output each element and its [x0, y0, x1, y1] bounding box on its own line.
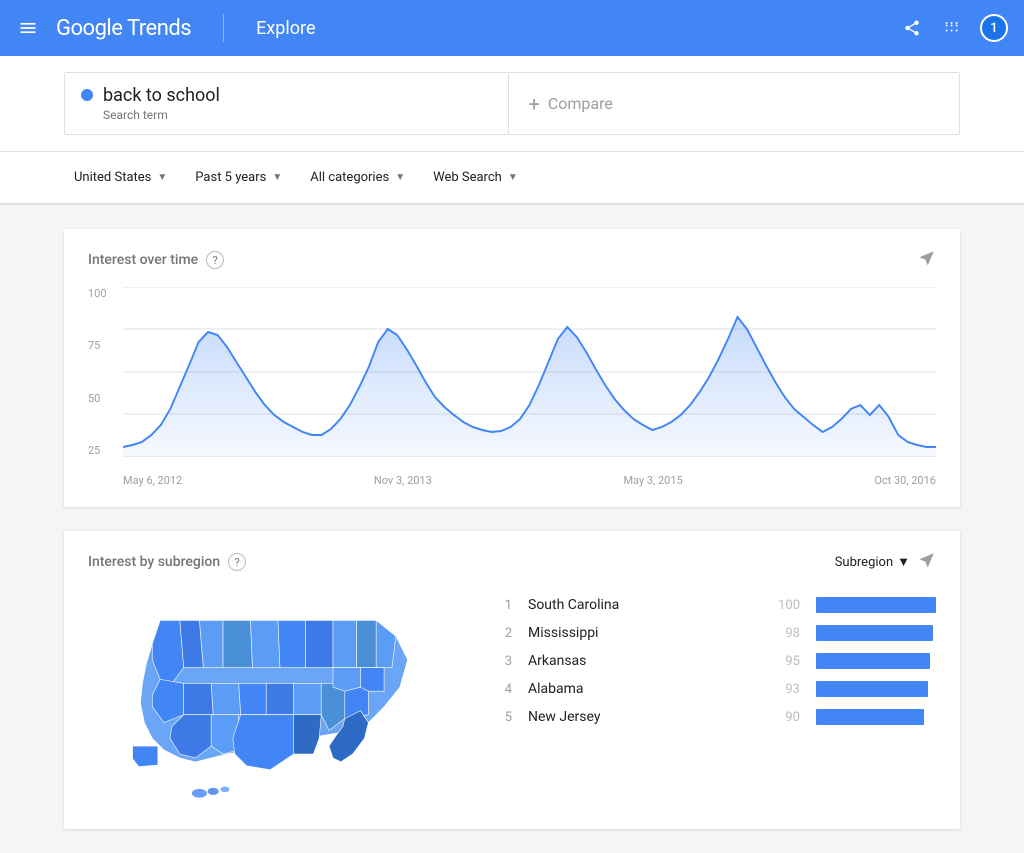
rank-2: 2 [492, 626, 512, 641]
share-chart-icon[interactable] [918, 249, 936, 271]
explore-label: Explore [256, 18, 315, 39]
us-map-svg [98, 589, 458, 809]
bar-container-4 [816, 681, 936, 697]
x-label-2: Nov 3, 2013 [374, 474, 432, 487]
time-filter[interactable]: Past 5 years ▼ [185, 164, 292, 191]
filter-bar: United States ▼ Past 5 years ▼ All categ… [0, 152, 1024, 205]
share-subregion-icon[interactable] [918, 551, 936, 573]
compare-label: Compare [548, 94, 613, 113]
bar-container-5 [816, 709, 936, 725]
ranking-bar-1 [816, 597, 936, 613]
interest-by-subregion-card: Interest by subregion ? Subregion ▼ [64, 531, 960, 829]
region-score-5: 90 [772, 710, 800, 725]
us-map [88, 589, 468, 809]
y-label-25: 25 [88, 444, 107, 457]
ranking-bar-5 [816, 709, 924, 725]
help-icon-time[interactable]: ? [206, 251, 224, 269]
y-label-50: 50 [88, 392, 107, 405]
ranking-item-4: 4 Alabama 93 [492, 681, 936, 697]
region-score-1: 100 [772, 598, 800, 613]
compare-box[interactable]: + Compare [509, 72, 961, 135]
subregion-dropdown-label: Subregion [835, 555, 893, 570]
x-label-3: May 3, 2015 [623, 474, 682, 487]
x-axis-labels: May 6, 2012 Nov 3, 2013 May 3, 2015 Oct … [123, 459, 936, 487]
apps-icon[interactable] [940, 16, 964, 40]
rank-3: 3 [492, 654, 512, 669]
region-name-1: South Carolina [528, 597, 756, 613]
region-filter[interactable]: United States ▼ [64, 164, 177, 191]
subregion-dropdown[interactable]: Subregion ▼ [835, 554, 910, 570]
bar-container-2 [816, 625, 936, 641]
subregion-header-right: Subregion ▼ [835, 551, 936, 573]
card-title-row: Interest over time ? [88, 251, 224, 269]
share-icon[interactable] [900, 16, 924, 40]
subregion-title-row: Interest by subregion ? [88, 553, 246, 571]
ranking-bar-2 [816, 625, 933, 641]
rank-4: 4 [492, 682, 512, 697]
y-label-75: 75 [88, 339, 107, 352]
region-name-5: New Jersey [528, 709, 756, 725]
ranking-item-5: 5 New Jersey 90 [492, 709, 936, 725]
chart-svg-area [123, 287, 936, 457]
menu-icon[interactable] [16, 16, 40, 40]
subregion-dropdown-arrow: ▼ [897, 554, 910, 570]
ranking-bar-3 [816, 653, 930, 669]
region-name-2: Mississippi [528, 625, 756, 641]
card-header-subregion: Interest by subregion ? Subregion ▼ [88, 551, 936, 573]
logo: Google Trends [56, 16, 191, 41]
search-type-arrow-icon: ▼ [508, 172, 518, 183]
search-term-dot [81, 89, 93, 101]
interest-over-time-card: Interest over time ? 100 75 50 25 [64, 229, 960, 507]
y-axis-labels: 100 75 50 25 [88, 287, 115, 457]
bar-container-1 [816, 597, 936, 613]
region-score-4: 93 [772, 682, 800, 697]
compare-plus-icon: + [529, 92, 540, 116]
ranking-item-3: 3 Arkansas 95 [492, 653, 936, 669]
category-label: All categories [310, 170, 389, 185]
ranking-item-2: 2 Mississippi 98 [492, 625, 936, 641]
y-label-100: 100 [88, 287, 107, 300]
search-term-label: back to school [103, 85, 220, 106]
interest-chart: 100 75 50 25 [88, 287, 936, 487]
ranking-bar-4 [816, 681, 928, 697]
search-area: back to school Search term + Compare [0, 56, 1024, 152]
header: Google Trends Explore 1 [0, 0, 1024, 56]
rank-5: 5 [492, 710, 512, 725]
region-score-2: 98 [772, 626, 800, 641]
search-term-content: back to school Search term [103, 85, 220, 122]
main-content: Interest over time ? 100 75 50 25 [0, 205, 1024, 853]
card-header-time: Interest over time ? [88, 249, 936, 271]
header-actions: 1 [900, 14, 1008, 42]
region-name-4: Alabama [528, 681, 756, 697]
time-arrow-icon: ▼ [272, 172, 282, 183]
search-term-type: Search term [103, 108, 220, 122]
x-label-4: Oct 30, 2016 [874, 474, 936, 487]
category-filter[interactable]: All categories ▼ [300, 164, 415, 191]
region-name-3: Arkansas [528, 653, 756, 669]
region-label: United States [74, 170, 151, 185]
region-arrow-icon: ▼ [157, 172, 167, 183]
rankings-list: 1 South Carolina 100 2 Mississippi 98 [492, 589, 936, 809]
bar-container-3 [816, 653, 936, 669]
category-arrow-icon: ▼ [395, 172, 405, 183]
x-label-1: May 6, 2012 [123, 474, 182, 487]
interest-over-time-title: Interest over time [88, 252, 198, 268]
rank-1: 1 [492, 598, 512, 613]
ranking-item-1: 1 South Carolina 100 [492, 597, 936, 613]
search-type-label: Web Search [433, 170, 502, 185]
subregion-content: 1 South Carolina 100 2 Mississippi 98 [88, 589, 936, 809]
time-label: Past 5 years [195, 170, 266, 185]
search-type-filter[interactable]: Web Search ▼ [423, 164, 528, 191]
help-icon-subregion[interactable]: ? [228, 553, 246, 571]
header-divider [223, 14, 224, 42]
user-avatar[interactable]: 1 [980, 14, 1008, 42]
interest-by-subregion-title: Interest by subregion [88, 554, 220, 570]
region-score-3: 95 [772, 654, 800, 669]
search-term-box[interactable]: back to school Search term [64, 72, 509, 135]
